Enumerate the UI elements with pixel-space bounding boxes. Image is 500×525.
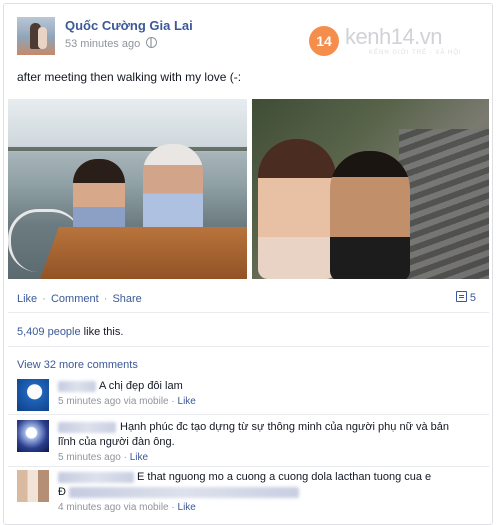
commenter-avatar[interactable] xyxy=(17,470,49,502)
commenter-avatar[interactable] xyxy=(17,379,49,411)
like-link[interactable]: Like xyxy=(17,293,37,305)
post-timestamp: 53 minutes ago xyxy=(65,37,158,50)
comment-count-value: 5 xyxy=(469,292,476,304)
divider xyxy=(8,312,489,313)
share-link[interactable]: Share xyxy=(112,293,141,305)
comment-meta: 5 minutes ago via mobile · Like xyxy=(58,396,196,407)
person-man xyxy=(330,151,410,279)
watermark-brand: kenh14.vn xyxy=(345,24,443,49)
view-more-comments-link[interactable]: View 32 more comments xyxy=(17,359,138,371)
comment-item: Hạnh phúc đc tạo dựng từ sự thông minh c… xyxy=(17,420,479,466)
photo-yacht[interactable] xyxy=(8,99,247,279)
post-actions: Like · Comment · Share xyxy=(17,293,142,305)
comment-like-link[interactable]: Like xyxy=(178,502,196,513)
comment-meta: 4 minutes ago via mobile · Like xyxy=(58,502,196,513)
comment-text: Hạnh phúc đc tạo dựng từ sự thông minh c… xyxy=(58,421,450,448)
kenh14-watermark: 14 kenh14.vn KÊNH GIỚI TRẺ · XÃ HỘI xyxy=(309,20,469,66)
comment-meta: 5 minutes ago · Like xyxy=(58,452,149,463)
comment-item: E that nguong mo a cuong a cuong dola la… xyxy=(17,470,479,518)
avatar-figure-2 xyxy=(38,27,47,49)
separator-dot: · xyxy=(39,293,49,305)
comment-time[interactable]: 5 minutes ago xyxy=(58,452,121,463)
boat-deck xyxy=(37,227,247,279)
person-woman xyxy=(258,139,336,279)
comment-text-blurred xyxy=(69,487,299,498)
comment-time[interactable]: 4 minutes ago via mobile xyxy=(58,502,169,513)
watermark-tagline: KÊNH GIỚI TRẺ · XÃ HỘI xyxy=(369,50,462,56)
commenter-name-blurred xyxy=(58,472,134,483)
comment-like-link[interactable]: Like xyxy=(178,396,196,407)
author-name[interactable]: Quốc Cường Gia Lai xyxy=(65,18,193,33)
divider xyxy=(8,414,489,415)
comment-item: A chị đẹp đôi lam 5 minutes ago via mobi… xyxy=(17,379,479,415)
post-card: Quốc Cường Gia Lai 53 minutes ago 14 ken… xyxy=(3,3,493,525)
comment-time[interactable]: 5 minutes ago via mobile xyxy=(58,396,169,407)
likes-summary: 5,409 people like this. xyxy=(17,326,123,338)
commenter-name-blurred xyxy=(58,381,96,392)
commenter-avatar[interactable] xyxy=(17,420,49,452)
watermark-badge: 14 xyxy=(309,26,339,56)
comment-count[interactable]: 5 xyxy=(455,291,476,304)
comment-icon xyxy=(455,291,467,302)
shoreline xyxy=(8,147,247,151)
separator-dot: · xyxy=(100,293,111,305)
background-steps xyxy=(399,129,489,279)
post-time[interactable]: 53 minutes ago xyxy=(65,38,140,50)
likes-suffix: like this. xyxy=(80,326,124,338)
comment-text: E that nguong mo a cuong a cuong dola la… xyxy=(137,471,432,483)
comment-text: A chị đẹp đôi lam xyxy=(99,380,183,392)
divider xyxy=(8,346,489,347)
comment-like-link[interactable]: Like xyxy=(130,452,148,463)
comment-link[interactable]: Comment xyxy=(51,293,99,305)
photo-couple[interactable] xyxy=(252,99,489,279)
globe-icon xyxy=(146,37,158,48)
likes-count-link[interactable]: 5,409 people xyxy=(17,326,81,338)
post-text: after meeting then walking with my love … xyxy=(17,70,242,84)
divider xyxy=(8,466,489,467)
author-avatar[interactable] xyxy=(17,17,55,55)
